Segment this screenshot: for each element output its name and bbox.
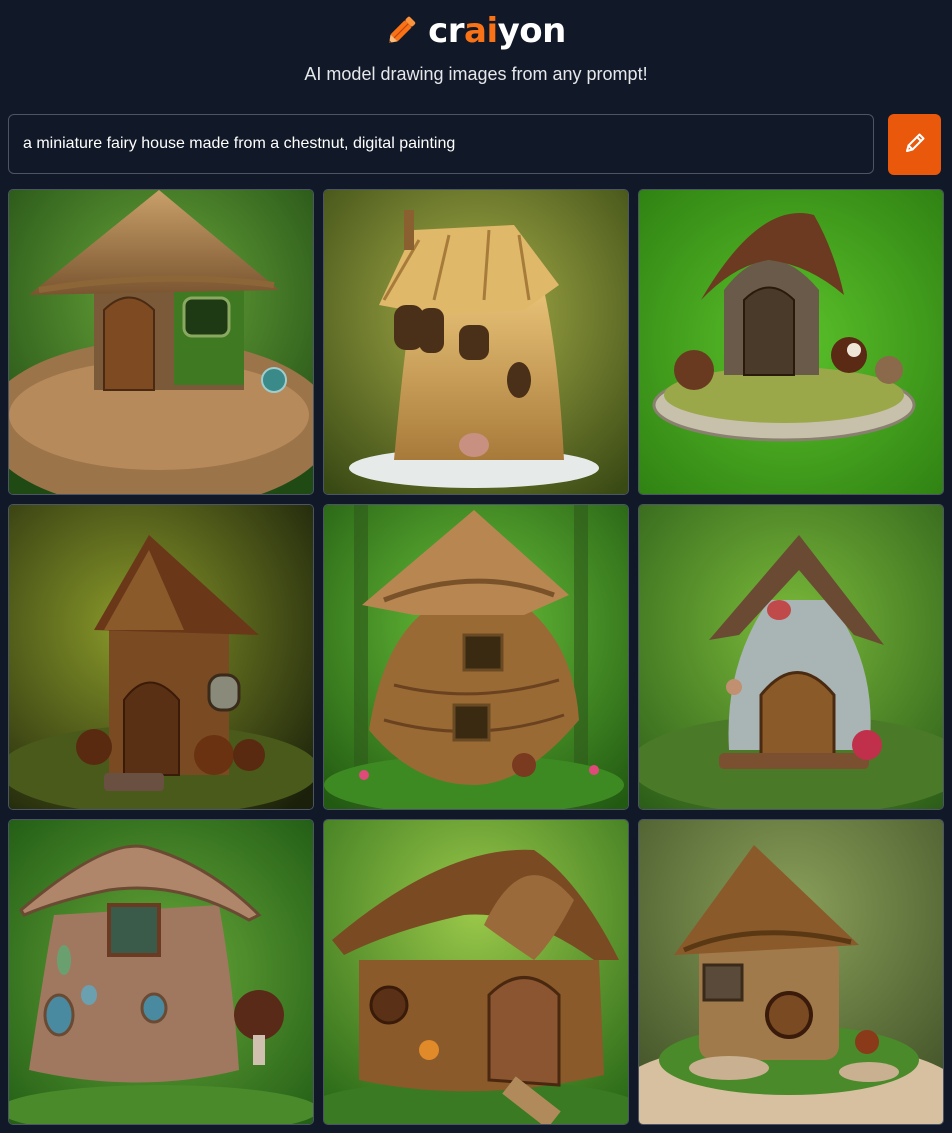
craiyon-logo[interactable]: craiyon	[0, 10, 952, 51]
prompt-row	[8, 114, 943, 176]
result-image-tile-4[interactable]	[8, 504, 314, 810]
fairy-house-image	[9, 820, 313, 1124]
header: craiyon AI model drawing images from any…	[0, 0, 952, 108]
fairy-house-image	[639, 820, 943, 1124]
fairy-house-image	[9, 505, 313, 809]
fairy-house-image	[324, 505, 628, 809]
fairy-house-image	[639, 505, 943, 809]
result-image-tile-3[interactable]	[638, 189, 944, 495]
fairy-house-image	[9, 190, 313, 494]
result-image-tile-6[interactable]	[638, 504, 944, 810]
pencil-icon	[901, 129, 929, 160]
result-image-tile-7[interactable]	[8, 819, 314, 1125]
draw-button[interactable]	[888, 114, 941, 175]
result-image-tile-1[interactable]	[8, 189, 314, 495]
result-image-tile-8[interactable]	[323, 819, 629, 1125]
results-grid	[8, 189, 944, 1125]
logo-wordmark: craiyon	[428, 10, 566, 51]
result-image-tile-5[interactable]	[323, 504, 629, 810]
result-image-tile-9[interactable]	[638, 819, 944, 1125]
result-image-tile-2[interactable]	[323, 189, 629, 495]
prompt-input[interactable]	[8, 114, 874, 174]
pencil-logo-icon	[386, 10, 422, 51]
fairy-house-image	[324, 190, 628, 494]
fairy-house-image	[324, 820, 628, 1124]
tagline: AI model drawing images from any prompt!	[304, 64, 648, 84]
fairy-house-image	[639, 190, 943, 494]
